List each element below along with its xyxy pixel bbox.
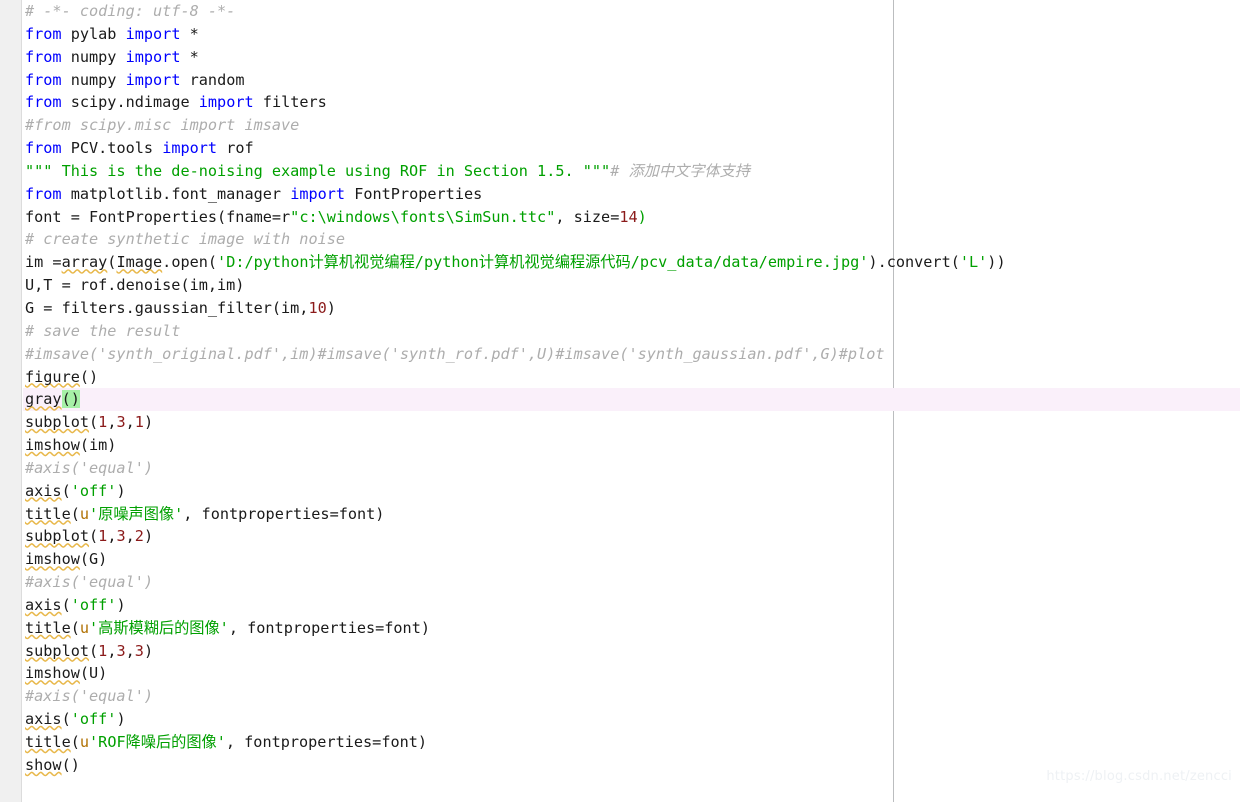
code-line[interactable]: 31#axis('equal'): [0, 685, 1240, 708]
code-line[interactable]: 9from matplotlib.font_manager import Fon…: [0, 183, 1240, 206]
code-line[interactable]: 21#axis('equal'): [0, 457, 1240, 480]
code-lines-container[interactable]: 1# -*- coding: utf-8 -*-2from pylab impo…: [0, 0, 1240, 777]
code-line[interactable]: 18gray(): [0, 388, 1240, 412]
code-line[interactable]: 1# -*- coding: utf-8 -*-: [0, 0, 1240, 23]
code-text[interactable]: subplot(1,3,1): [25, 411, 153, 434]
line-number-gutter[interactable]: [0, 0, 22, 802]
code-line[interactable]: 30imshow(U): [0, 662, 1240, 685]
code-text[interactable]: from numpy import *: [25, 46, 199, 69]
code-text[interactable]: figure(): [25, 366, 98, 389]
code-text[interactable]: imshow(im): [25, 434, 116, 457]
code-text[interactable]: from PCV.tools import rof: [25, 137, 254, 160]
code-text[interactable]: font = FontProperties(fname=r"c:\windows…: [25, 206, 647, 229]
code-line[interactable]: 2from pylab import *: [0, 23, 1240, 46]
code-text[interactable]: #axis('equal'): [25, 571, 153, 594]
code-line[interactable]: 16#imsave('synth_original.pdf',im)#imsav…: [0, 343, 1240, 366]
code-line[interactable]: 29subplot(1,3,3): [0, 640, 1240, 663]
code-text[interactable]: subplot(1,3,3): [25, 640, 153, 663]
code-line[interactable]: 27axis('off'): [0, 594, 1240, 617]
code-text[interactable]: axis('off'): [25, 594, 126, 617]
code-line[interactable]: 19subplot(1,3,1): [0, 411, 1240, 434]
code-text[interactable]: from numpy import random: [25, 69, 245, 92]
code-line[interactable]: 3from numpy import *: [0, 46, 1240, 69]
code-line[interactable]: 33title(u'ROF降噪后的图像', fontproperties=fon…: [0, 731, 1240, 754]
code-text[interactable]: # create synthetic image with noise: [25, 228, 345, 251]
code-text[interactable]: imshow(U): [25, 662, 107, 685]
code-line[interactable]: 15# save the result: [0, 320, 1240, 343]
code-text[interactable]: # -*- coding: utf-8 -*-: [25, 0, 235, 23]
code-text[interactable]: title(u'ROF降噪后的图像', fontproperties=font): [25, 731, 427, 754]
code-line[interactable]: 28title(u'高斯模糊后的图像', fontproperties=font…: [0, 617, 1240, 640]
code-text[interactable]: from matplotlib.font_manager import Font…: [25, 183, 482, 206]
code-text[interactable]: axis('off'): [25, 708, 126, 731]
code-line[interactable]: 20imshow(im): [0, 434, 1240, 457]
code-text[interactable]: gray(): [25, 388, 80, 411]
code-line[interactable]: 26#axis('equal'): [0, 571, 1240, 594]
code-line[interactable]: 32axis('off'): [0, 708, 1240, 731]
code-text[interactable]: """ This is the de-noising example using…: [25, 160, 750, 183]
code-line[interactable]: 22axis('off'): [0, 480, 1240, 503]
code-line[interactable]: 5from scipy.ndimage import filters: [0, 91, 1240, 114]
code-text[interactable]: #from scipy.misc import imsave: [25, 114, 299, 137]
code-line[interactable]: 24subplot(1,3,2): [0, 525, 1240, 548]
code-line[interactable]: 6#from scipy.misc import imsave: [0, 114, 1240, 137]
code-line[interactable]: 25imshow(G): [0, 548, 1240, 571]
code-text[interactable]: title(u'高斯模糊后的图像', fontproperties=font): [25, 617, 430, 640]
code-text[interactable]: from scipy.ndimage import filters: [25, 91, 327, 114]
code-text[interactable]: from pylab import *: [25, 23, 199, 46]
code-text[interactable]: imshow(G): [25, 548, 107, 571]
code-line[interactable]: 14G = filters.gaussian_filter(im,10): [0, 297, 1240, 320]
code-line[interactable]: 7from PCV.tools import rof: [0, 137, 1240, 160]
code-text[interactable]: title(u'原噪声图像', fontproperties=font): [25, 503, 384, 526]
code-text[interactable]: #axis('equal'): [25, 457, 153, 480]
code-text[interactable]: show(): [25, 754, 80, 777]
code-text[interactable]: G = filters.gaussian_filter(im,10): [25, 297, 336, 320]
code-line[interactable]: 10font = FontProperties(fname=r"c:\windo…: [0, 206, 1240, 229]
current-line-highlight: [23, 388, 1240, 412]
code-text[interactable]: # save the result: [25, 320, 180, 343]
code-line[interactable]: 13U,T = rof.denoise(im,im): [0, 274, 1240, 297]
code-text[interactable]: axis('off'): [25, 480, 126, 503]
code-text[interactable]: im =array(Image.open('D:/python计算机视觉编程/p…: [25, 251, 1006, 274]
code-line[interactable]: 8""" This is the de-noising example usin…: [0, 160, 1240, 183]
code-line[interactable]: 4from numpy import random: [0, 69, 1240, 92]
code-editor[interactable]: 1# -*- coding: utf-8 -*-2from pylab impo…: [0, 0, 1240, 802]
code-line[interactable]: 11# create synthetic image with noise: [0, 228, 1240, 251]
csdn-watermark: https://blog.csdn.net/zencci: [1046, 769, 1232, 784]
code-text[interactable]: #axis('equal'): [25, 685, 153, 708]
code-line[interactable]: 17figure(): [0, 366, 1240, 389]
code-text[interactable]: #imsave('synth_original.pdf',im)#imsave(…: [25, 343, 885, 366]
code-text[interactable]: U,T = rof.denoise(im,im): [25, 274, 244, 297]
code-line[interactable]: 23title(u'原噪声图像', fontproperties=font): [0, 503, 1240, 526]
code-line[interactable]: 12im =array(Image.open('D:/python计算机视觉编程…: [0, 251, 1240, 274]
code-text[interactable]: subplot(1,3,2): [25, 525, 153, 548]
